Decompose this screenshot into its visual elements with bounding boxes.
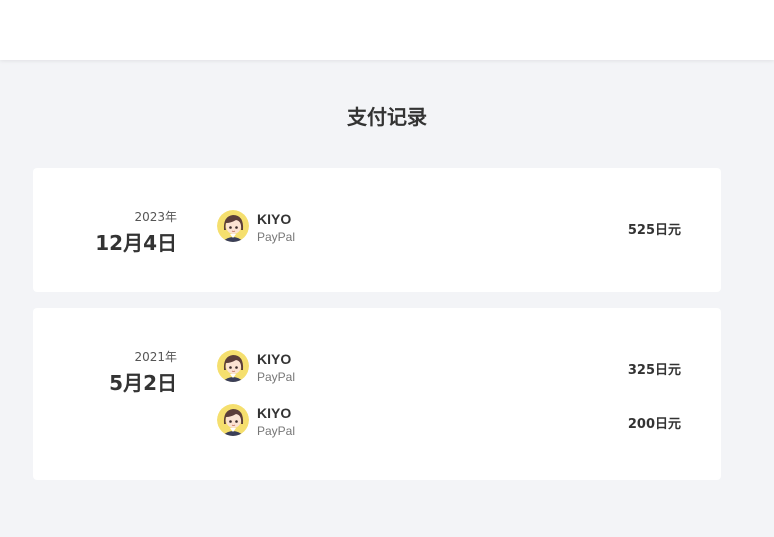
payment-day: 5月2日 — [109, 371, 177, 395]
anime-girl-avatar-icon — [217, 404, 249, 436]
payment-group-card: 2021年 5月2日 KIYO PayPal 325日元 KIYO PayPal… — [33, 308, 721, 480]
anime-girl-avatar-icon — [217, 210, 249, 242]
payment-date: 2021年 5月2日 — [33, 348, 177, 396]
top-navigation-bar — [0, 0, 774, 60]
payment-method: PayPal — [257, 424, 296, 438]
anime-girl-avatar-icon — [217, 350, 249, 382]
payment-amount: 200日元 — [627, 417, 681, 432]
page-title: 支付记录 — [347, 105, 427, 129]
payment-day: 12月4日 — [95, 231, 177, 255]
payment-entry: KIYO PayPal 525日元 — [217, 210, 681, 244]
payment-year: 2021年 — [134, 350, 177, 364]
payment-year: 2023年 — [134, 210, 177, 224]
donor-name: KIYO — [257, 405, 292, 421]
payment-group-card: 2023年 12月4日 KIYO PayPal 525日元 — [33, 168, 721, 292]
donor-name: KIYO — [257, 211, 292, 227]
payment-entry: KIYO PayPal 325日元 — [217, 350, 681, 384]
donor-name: KIYO — [257, 351, 292, 367]
payment-date: 2023年 12月4日 — [33, 208, 177, 256]
payment-method: PayPal — [257, 230, 296, 244]
payment-method: PayPal — [257, 370, 296, 384]
payment-amount: 325日元 — [627, 363, 681, 378]
payment-amount: 525日元 — [627, 223, 681, 238]
payment-entry: KIYO PayPal 200日元 — [217, 404, 681, 438]
